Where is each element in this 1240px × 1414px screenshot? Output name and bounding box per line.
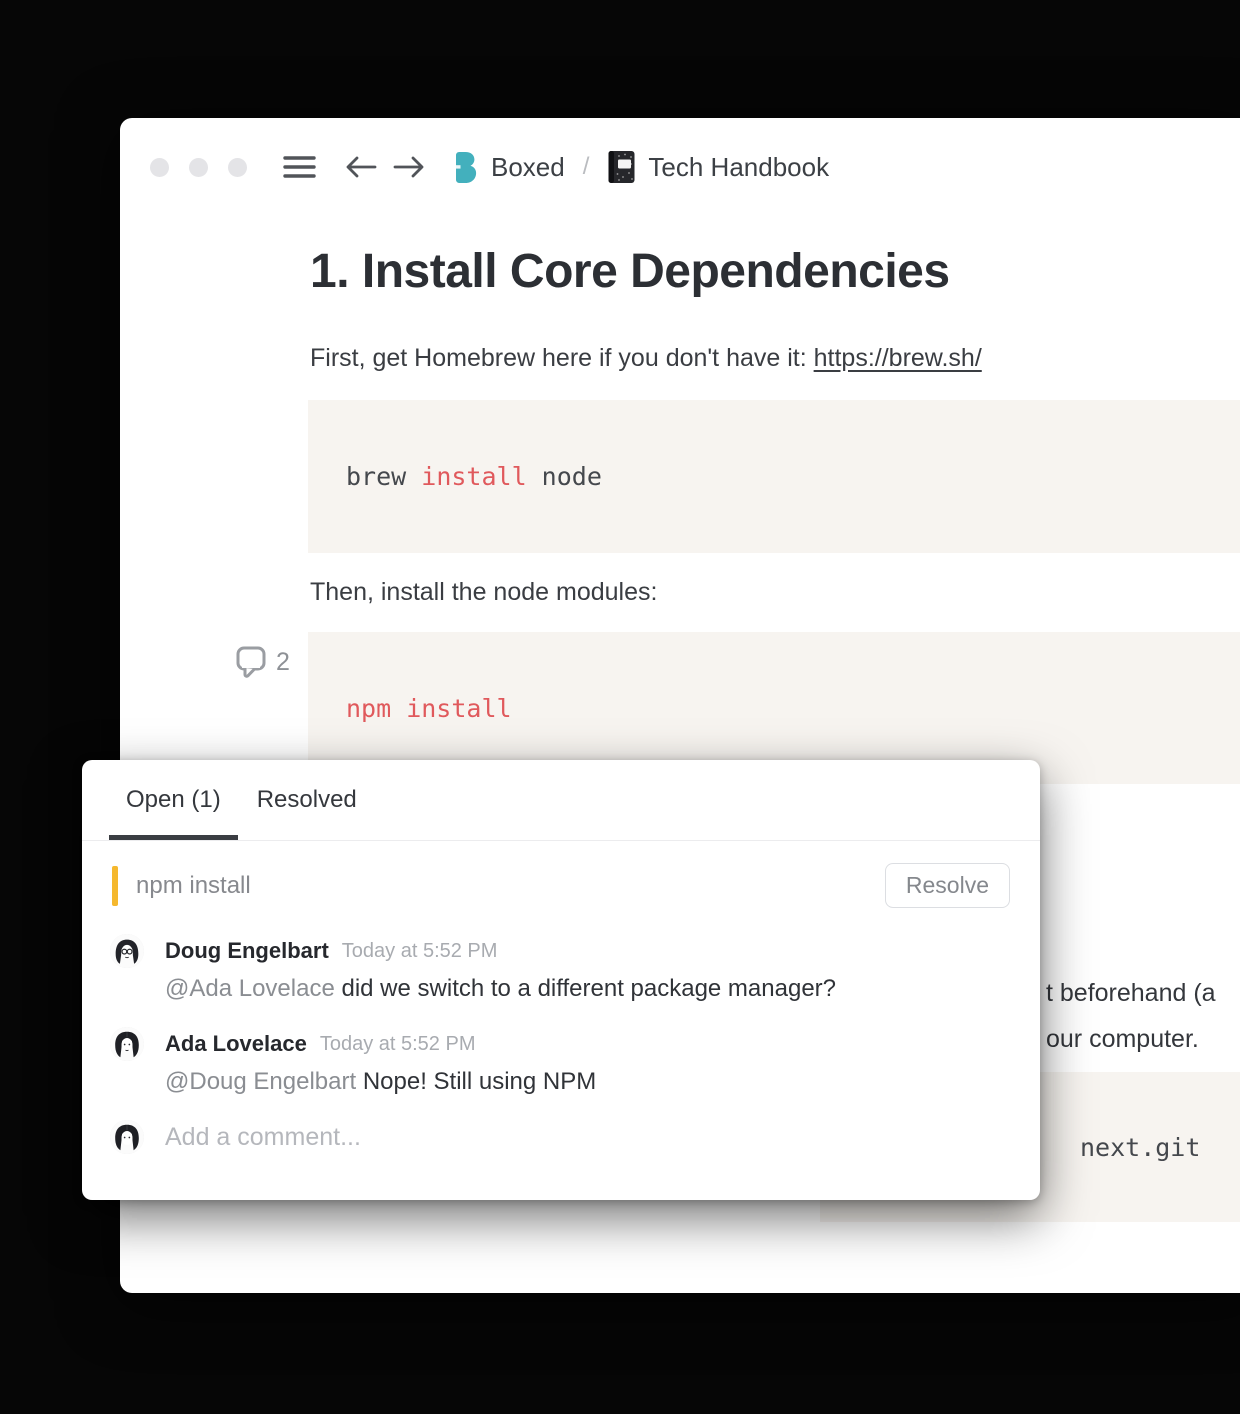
- forward-button[interactable]: [392, 154, 426, 180]
- code-token: next.git: [1080, 1133, 1200, 1162]
- obscured-line: t beforehand (a: [1046, 970, 1216, 1016]
- paragraph-node-modules: Then, install the node modules:: [310, 578, 657, 607]
- quoted-text: npm install: [136, 872, 251, 900]
- code-token: brew: [346, 462, 421, 491]
- window-chrome: Boxed / Tech Handbook: [150, 144, 1220, 190]
- comment-timestamp: Today at 5:52 PM: [342, 940, 498, 963]
- comment-text: Nope! Still using NPM: [363, 1068, 596, 1095]
- avatar-ada-lovelace: [110, 1027, 144, 1061]
- comment-composer[interactable]: Add a comment...: [110, 1120, 1010, 1154]
- comments-tabs: Open (1) Resolved: [82, 760, 1040, 841]
- comment-text: did we switch to a different package man…: [341, 975, 836, 1002]
- resolve-button[interactable]: Resolve: [885, 863, 1010, 908]
- obscured-line: our computer.: [1046, 1016, 1216, 1062]
- code-token-keyword: npm install: [346, 694, 512, 723]
- code-block-brew-install: brew install node: [308, 400, 1240, 553]
- breadcrumb-separator: /: [583, 153, 590, 181]
- mention-link[interactable]: @Ada Lovelace: [165, 975, 335, 1002]
- comment-item: Doug Engelbart Today at 5:52 PM @Ada Lov…: [110, 934, 1010, 1003]
- brand-name[interactable]: Boxed: [491, 152, 565, 183]
- intro-text: First, get Homebrew here if you don't ha…: [310, 344, 814, 372]
- traffic-lights: [150, 158, 247, 177]
- menu-button[interactable]: [283, 154, 316, 180]
- obscured-paragraph: t beforehand (a our computer.: [1046, 970, 1216, 1062]
- mention-link[interactable]: @Doug Engelbart: [165, 1068, 356, 1095]
- traffic-light-close[interactable]: [150, 158, 169, 177]
- breadcrumb-document-title[interactable]: Tech Handbook: [648, 152, 829, 183]
- quoted-block-row: npm install Resolve: [112, 863, 1010, 908]
- comment-item: Ada Lovelace Today at 5:52 PM @Doug Enge…: [110, 1027, 1010, 1096]
- comment-bubble-icon: [236, 646, 266, 678]
- back-button[interactable]: [344, 154, 378, 180]
- avatar-doug-engelbart: [110, 934, 144, 968]
- brew-link[interactable]: https://brew.sh/: [814, 344, 982, 372]
- comment-thread: Doug Engelbart Today at 5:52 PM @Ada Lov…: [82, 934, 1040, 1154]
- comment-author: Doug Engelbart: [165, 938, 329, 964]
- comment-timestamp: Today at 5:52 PM: [320, 1033, 476, 1056]
- traffic-light-minimize[interactable]: [189, 158, 208, 177]
- comment-count: 2: [276, 648, 290, 677]
- notebook-icon: [607, 150, 636, 184]
- back-arrow-icon: [344, 154, 378, 180]
- code-token-keyword: install: [421, 462, 526, 491]
- quote-accent-bar: [112, 866, 118, 906]
- hamburger-icon: [283, 154, 316, 180]
- comment-input-placeholder: Add a comment...: [165, 1123, 361, 1152]
- intro-paragraph: First, get Homebrew here if you don't ha…: [310, 344, 982, 373]
- page-title: 1. Install Core Dependencies: [310, 244, 950, 299]
- comment-author: Ada Lovelace: [165, 1031, 307, 1057]
- comments-popup: Open (1) Resolved npm install Resolve: [82, 760, 1040, 1200]
- forward-arrow-icon: [392, 154, 426, 180]
- boxed-logo-icon[interactable]: [456, 152, 479, 183]
- code-token: node: [527, 462, 602, 491]
- comment-marker[interactable]: 2: [236, 646, 290, 678]
- avatar-current-user: [110, 1120, 144, 1154]
- tab-open[interactable]: Open (1): [109, 786, 238, 840]
- tab-resolved[interactable]: Resolved: [240, 786, 374, 840]
- traffic-light-zoom[interactable]: [228, 158, 247, 177]
